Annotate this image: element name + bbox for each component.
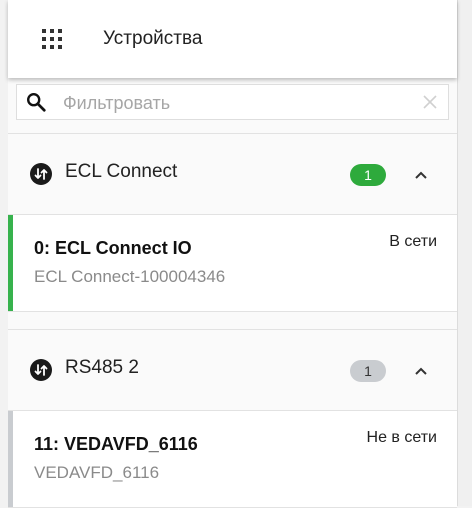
device-status: В сети — [389, 233, 437, 250]
device-name: 0: ECL Connect IO — [34, 238, 192, 258]
group-header-rs485-2[interactable]: RS485 2 1 — [8, 332, 457, 410]
group-label: ECL Connect — [65, 161, 178, 182]
filter-bar — [16, 84, 449, 120]
search-icon — [27, 93, 46, 112]
device-name: 11: VEDAVFD_6116 — [34, 434, 198, 454]
right-panel-edge — [457, 0, 472, 506]
app-header: Устройства — [8, 0, 457, 78]
status-stripe — [8, 215, 13, 311]
filter-input[interactable] — [61, 88, 395, 118]
device-count-badge: 1 — [350, 360, 386, 382]
chevron-up-icon[interactable] — [413, 363, 429, 379]
device-status: Не в сети — [366, 429, 437, 446]
device-subtitle: ECL Connect-100004346 — [34, 267, 226, 286]
clear-icon[interactable] — [422, 94, 438, 110]
divider — [8, 329, 457, 330]
device-card-ecl-connect-io[interactable]: 0: ECL Connect IO ECL Connect-100004346 … — [8, 214, 457, 312]
page-title: Устройства — [103, 28, 203, 49]
divider — [8, 133, 457, 134]
device-count-badge: 1 — [350, 164, 386, 186]
chevron-up-icon[interactable] — [413, 167, 429, 183]
device-subtitle: VEDAVFD_6116 — [34, 463, 160, 482]
devices-panel: Устройства ECL Connect 1 0: ECL Connect … — [8, 0, 457, 508]
group-label: RS485 2 — [65, 357, 139, 378]
device-card-vedavfd-6116[interactable]: 11: VEDAVFD_6116 VEDAVFD_6116 Не в сети — [8, 410, 457, 508]
connection-icon — [30, 163, 52, 185]
connection-icon — [30, 359, 52, 381]
apps-grid-icon[interactable] — [42, 29, 62, 49]
status-stripe — [8, 411, 13, 507]
group-header-ecl-connect[interactable]: ECL Connect 1 — [8, 136, 457, 214]
